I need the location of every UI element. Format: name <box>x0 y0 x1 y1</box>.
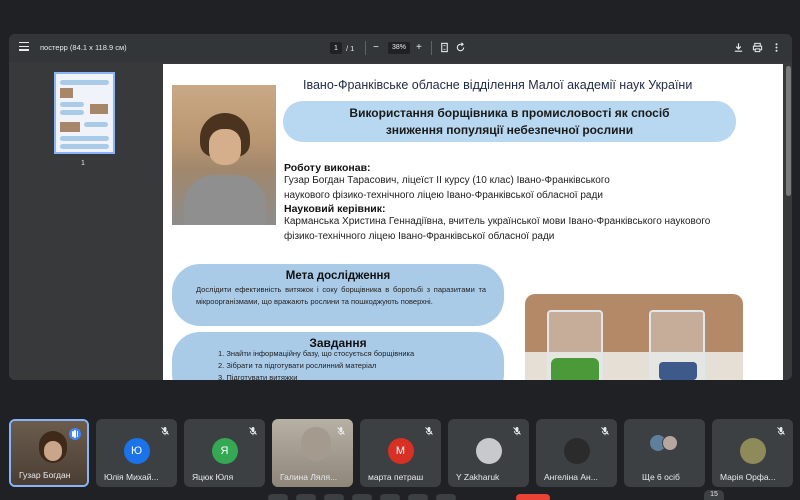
toolbar-divider <box>365 41 366 55</box>
participant-tile[interactable]: Ангеліна Ан... <box>536 419 617 487</box>
tasks-section: Завдання 1. Знайти інформаційну базу, що… <box>172 332 504 380</box>
student-photo <box>172 85 276 225</box>
more-participants-tile[interactable]: Ще 6 осіб <box>624 419 705 487</box>
control-button[interactable] <box>268 494 288 500</box>
thumbnail-title-bar <box>60 80 109 85</box>
mic-off-icon <box>601 427 609 436</box>
pdf-toolbar: постерр (84.1 x 118.9 см) 1 / 1 − 38% + <box>9 34 792 62</box>
participant-tile[interactable]: М марта петраш <box>360 419 441 487</box>
page-thumbnail[interactable] <box>54 72 115 154</box>
thumbnail-pane: 1 <box>9 62 163 380</box>
participant-tile[interactable]: Y Zakharuk <box>448 419 529 487</box>
participant-name: Ангеліна Ан... <box>544 472 598 482</box>
participant-tile-self[interactable]: Гузар Богдан <box>9 419 89 487</box>
menu-icon[interactable] <box>19 42 29 52</box>
control-button[interactable] <box>324 494 344 500</box>
more-participants-label: Ще 6 осіб <box>642 472 680 482</box>
download-icon[interactable] <box>733 42 744 53</box>
page-number-input[interactable]: 1 <box>330 42 342 54</box>
thumbnail-block <box>60 136 109 141</box>
avatar <box>563 438 590 464</box>
avatar <box>739 438 766 464</box>
participant-tile[interactable]: Я Яцюк Юля <box>184 419 265 487</box>
control-button[interactable] <box>380 494 400 500</box>
avatar <box>475 438 502 464</box>
document-area[interactable]: Івано-Франківське обласне відділення Мал… <box>163 62 792 380</box>
speaking-icon <box>69 428 81 440</box>
thumbnail-photo <box>60 122 80 132</box>
thumbnail-photo <box>90 104 108 114</box>
thumbnail-page-number: 1 <box>81 160 85 167</box>
rotate-icon[interactable] <box>455 42 466 53</box>
participant-name: Юлія Михай... <box>104 472 159 482</box>
task-item: 2. Зібрати та підготувати рослинний мате… <box>218 361 377 370</box>
poster-title: Використання борщівника в промисловості … <box>283 101 736 142</box>
print-icon[interactable] <box>752 42 763 53</box>
participant-count-badge[interactable]: 15 <box>704 490 724 500</box>
thumbnail-photo <box>60 88 73 98</box>
author-line-1: Гузар Богдан Тарасович, ліцеїст ІІ курсу… <box>284 175 610 186</box>
pdf-viewer: постерр (84.1 x 118.9 см) 1 / 1 − 38% + … <box>9 34 792 380</box>
zoom-out-button[interactable]: − <box>373 42 379 54</box>
goal-title: Мета дослідження <box>285 270 391 282</box>
poster-title-line-1: Використання борщівника в промисловості … <box>349 106 670 120</box>
control-button[interactable] <box>436 494 456 500</box>
thumbnail-block <box>84 122 108 127</box>
avatar: М <box>387 438 414 464</box>
participant-tile[interactable]: Марія Орфа... <box>712 419 793 487</box>
pdf-title: постерр (84.1 x 118.9 см) <box>40 43 127 52</box>
leave-call-button[interactable] <box>516 494 550 500</box>
mic-off-icon <box>425 427 433 436</box>
mic-off-icon <box>249 427 257 436</box>
avatar <box>662 435 678 451</box>
organization-heading: Івано-Франківське обласне відділення Мал… <box>303 78 693 92</box>
participant-name: марта петраш <box>368 472 424 482</box>
task-item: 3. Підготувати витяжки <box>218 373 298 380</box>
goal-section: Мета дослідження Дослідити ефективність … <box>172 264 504 326</box>
page-total: / 1 <box>346 44 355 53</box>
avatar: Я <box>211 438 238 464</box>
participant-name: Гузар Богдан <box>19 470 71 480</box>
supervisor-line-1: Карманська Христина Геннадіївна, вчитель… <box>284 216 711 227</box>
mic-off-icon <box>161 427 169 436</box>
mic-off-icon <box>777 427 785 436</box>
participant-tile[interactable]: Ю Юлія Михай... <box>96 419 177 487</box>
control-button[interactable] <box>408 494 428 500</box>
zoom-in-button[interactable]: + <box>416 42 422 54</box>
participant-name: Y Zakharuk <box>456 472 500 482</box>
thumbnail-block <box>60 144 109 149</box>
participant-tile[interactable]: Галина Ляля... <box>272 419 353 487</box>
thumbnail-block <box>60 110 84 115</box>
poster-title-line-2: зниження популяції небезпечної рослини <box>385 123 634 137</box>
avatar: Ю <box>123 438 150 464</box>
goal-text: Дослідити ефективність витяжок і соку бо… <box>196 285 486 306</box>
toolbar-divider <box>431 41 432 55</box>
thumbnail-block <box>60 102 84 107</box>
task-item: 1. Знайти інформаційну базу, що стосуєть… <box>218 349 415 358</box>
control-button[interactable] <box>296 494 316 500</box>
participant-name: Галина Ляля... <box>280 472 338 482</box>
fit-page-icon[interactable] <box>439 42 450 53</box>
participant-name: Яцюк Юля <box>192 472 234 482</box>
author-line-2: наукового фізико-технічного ліцею Івано-… <box>284 190 603 201</box>
experiment-photo <box>525 294 743 380</box>
more-icon[interactable] <box>771 42 782 53</box>
control-button[interactable] <box>352 494 372 500</box>
mic-off-icon <box>337 427 345 436</box>
supervisor-line-2: фізико-технічного ліцею Івано-Франківськ… <box>284 231 555 242</box>
zoom-input[interactable]: 38% <box>388 42 410 54</box>
participant-name: Марія Орфа... <box>720 472 776 482</box>
poster-page: Івано-Франківське обласне відділення Мал… <box>163 64 783 380</box>
mic-off-icon <box>513 427 521 436</box>
document-scrollbar[interactable] <box>786 66 791 196</box>
